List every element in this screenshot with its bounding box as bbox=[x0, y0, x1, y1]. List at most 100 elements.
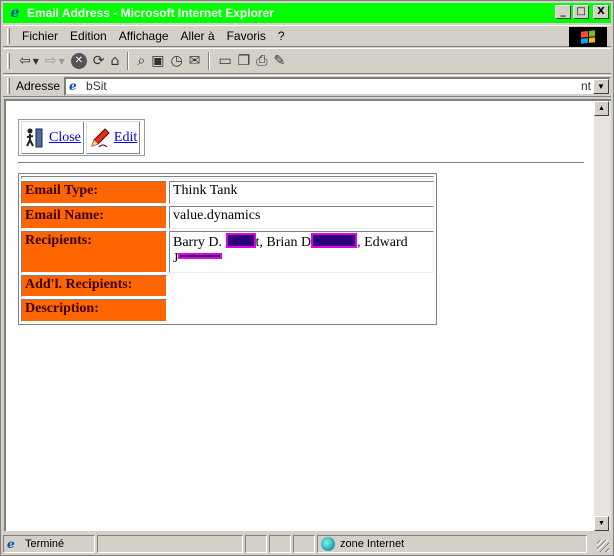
horizontal-rule bbox=[18, 162, 584, 164]
stop-icon: ✕ bbox=[70, 53, 87, 69]
print-button[interactable]: ⎙ bbox=[253, 51, 270, 71]
email-details-table: Email Type: Think Tank Email Name: value… bbox=[18, 173, 437, 325]
edit-page-button[interactable]: ✎ bbox=[270, 51, 288, 71]
home-icon: ⌂ bbox=[110, 53, 120, 69]
ie-logo-icon: e bbox=[10, 5, 20, 21]
page-done-icon: e bbox=[7, 537, 15, 551]
scroll-up-button[interactable]: ▲ bbox=[594, 101, 609, 116]
standard-toolbar: ⇦ ▼ ⇨ ▼ ✕ ⟳ ⌂ ⌕ ▣ ◷ ✉ ▭ ❐ ⎙ ✎ bbox=[3, 48, 611, 74]
status-bar: e Terminé zone Internet bbox=[3, 534, 611, 554]
status-panel-empty bbox=[97, 535, 243, 553]
address-label: Adresse bbox=[16, 79, 61, 93]
resize-gripper[interactable] bbox=[597, 540, 609, 552]
address-dropdown-button[interactable]: ▼ bbox=[593, 78, 609, 94]
windows-throbber bbox=[569, 27, 607, 47]
email-type-label: Email Type: bbox=[21, 181, 167, 204]
refresh-button[interactable]: ⟳ bbox=[90, 51, 108, 71]
recipient-text: , Edward bbox=[357, 234, 408, 250]
back-icon: ⇦ bbox=[19, 53, 31, 69]
browser-window: e Email Address - Microsoft Internet Exp… bbox=[0, 0, 614, 556]
edit-link[interactable]: Edit bbox=[114, 130, 137, 146]
mail-button[interactable]: ✉ bbox=[186, 51, 204, 71]
forward-icon: ⇨ bbox=[44, 53, 57, 69]
menu-help[interactable]: ? bbox=[272, 29, 291, 43]
close-link[interactable]: Close bbox=[49, 130, 81, 146]
menu-aller[interactable]: Aller à bbox=[175, 29, 221, 43]
zone-text: zone Internet bbox=[340, 538, 405, 550]
action-bar: Close Edit bbox=[18, 119, 146, 156]
stop-button[interactable]: ✕ bbox=[68, 51, 90, 71]
forward-button[interactable]: ⇨ ▼ bbox=[42, 51, 68, 71]
maximize-button[interactable]: □ bbox=[573, 5, 589, 19]
refresh-icon: ⟳ bbox=[92, 53, 105, 69]
recipients-label: Recipients: bbox=[21, 230, 167, 273]
redaction-box bbox=[178, 252, 223, 259]
status-panel: e Terminé bbox=[3, 535, 95, 553]
email-name-value: value.dynamics bbox=[169, 205, 434, 229]
page-content: Close Edit Email Type: Think Tank Email … bbox=[4, 99, 596, 531]
description-value bbox=[169, 299, 434, 322]
close-action[interactable]: Close bbox=[21, 121, 84, 154]
scroll-down-button[interactable]: ▼ bbox=[594, 516, 609, 531]
status-text: Terminé bbox=[25, 538, 65, 550]
redaction-box bbox=[311, 232, 358, 248]
table-row: Email Type: Think Tank bbox=[21, 181, 434, 204]
address-value[interactable]: bSit bbox=[86, 79, 186, 93]
description-label: Description: bbox=[21, 299, 167, 322]
toolbar-separator bbox=[208, 52, 211, 70]
addl-recipients-value bbox=[169, 274, 434, 298]
edit-action[interactable]: Edit bbox=[85, 121, 141, 154]
window-controls: _ □ X bbox=[555, 5, 609, 19]
back-button[interactable]: ⇦ ▼ bbox=[16, 51, 42, 71]
table-spacer-row bbox=[21, 176, 434, 179]
page-icon: e bbox=[69, 79, 77, 93]
menu-fichier[interactable]: Fichier bbox=[16, 29, 64, 43]
pencil-icon bbox=[88, 126, 112, 150]
exit-door-icon bbox=[23, 126, 47, 150]
redaction-box bbox=[225, 232, 256, 248]
table-row: Email Name: value.dynamics bbox=[21, 205, 434, 229]
table-row: Add'l. Recipients: bbox=[21, 274, 434, 298]
address-bar: Adresse e bSit nt ▼ bbox=[3, 75, 611, 97]
fullscreen-icon: ▭ bbox=[218, 53, 232, 69]
menu-affichage[interactable]: Affichage bbox=[113, 29, 175, 43]
close-window-button[interactable]: X bbox=[593, 5, 609, 19]
globe-icon bbox=[321, 537, 335, 551]
search-button[interactable]: ⌕ bbox=[134, 51, 148, 71]
status-panel-empty bbox=[293, 535, 315, 553]
menu-favoris[interactable]: Favoris bbox=[221, 29, 272, 43]
mail-icon: ✉ bbox=[188, 53, 201, 69]
window-title: Email Address - Microsoft Internet Explo… bbox=[27, 6, 274, 20]
email-type-value: Think Tank bbox=[169, 181, 434, 204]
fullscreen-button[interactable]: ▭ bbox=[215, 51, 234, 71]
favorites-button[interactable]: ▣ bbox=[148, 51, 167, 71]
address-value-tail: nt bbox=[580, 79, 591, 93]
table-row: Recipients: Barry D. t, Brian D, Edward J bbox=[21, 230, 434, 273]
history-icon: ◷ bbox=[170, 53, 183, 69]
folders-button[interactable]: ❐ bbox=[235, 51, 254, 71]
history-button[interactable]: ◷ bbox=[167, 51, 185, 71]
home-button[interactable]: ⌂ bbox=[108, 51, 123, 71]
minimize-button[interactable]: _ bbox=[555, 5, 571, 19]
title-bar[interactable]: e Email Address - Microsoft Internet Exp… bbox=[3, 3, 611, 23]
address-input[interactable]: e bSit nt ▼ bbox=[64, 76, 611, 96]
toolbar-separator bbox=[127, 52, 130, 70]
forward-dropdown-icon[interactable]: ▼ bbox=[59, 57, 65, 66]
windows-logo-icon bbox=[581, 30, 595, 44]
status-panel-empty bbox=[245, 535, 267, 553]
status-panel-empty bbox=[269, 535, 291, 553]
address-grip[interactable] bbox=[7, 78, 10, 94]
menu-grip[interactable] bbox=[7, 28, 10, 44]
zone-panel: zone Internet bbox=[317, 535, 587, 553]
print-icon: ⎙ bbox=[256, 53, 268, 69]
email-name-label: Email Name: bbox=[21, 205, 167, 229]
toolbar-grip[interactable] bbox=[7, 53, 10, 69]
back-dropdown-icon[interactable]: ▼ bbox=[33, 57, 39, 66]
recipients-value: Barry D. t, Brian D, Edward J bbox=[169, 230, 434, 273]
menu-edition[interactable]: Edition bbox=[64, 29, 113, 43]
favorites-icon: ▣ bbox=[151, 53, 165, 69]
vertical-scrollbar[interactable]: ▲ ▼ bbox=[594, 99, 611, 531]
recipient-text: Barry D. bbox=[173, 234, 226, 250]
search-icon: ⌕ bbox=[137, 53, 146, 69]
menu-bar: Fichier Edition Affichage Aller à Favori… bbox=[3, 25, 611, 47]
